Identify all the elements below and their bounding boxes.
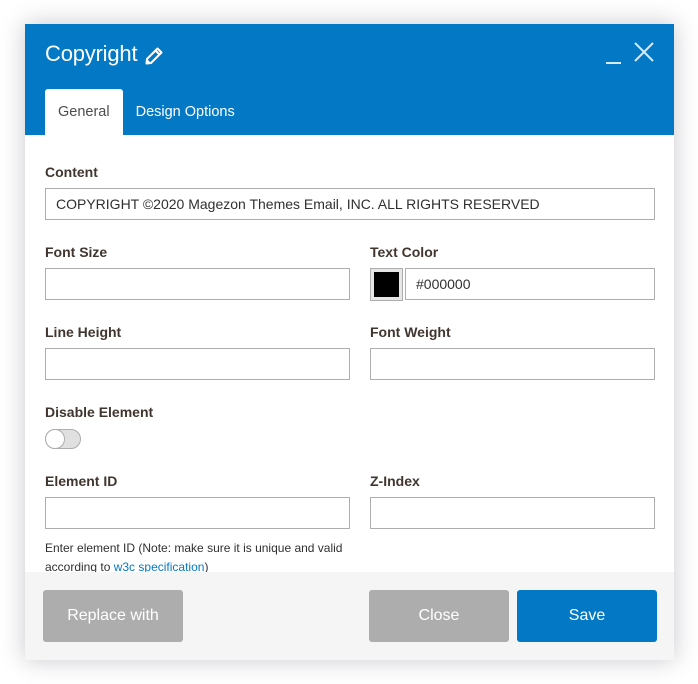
disable-element-toggle[interactable]: [45, 429, 81, 449]
tab-design-options[interactable]: Design Options: [123, 89, 248, 135]
close-button[interactable]: Close: [369, 590, 509, 642]
line-height-input[interactable]: [45, 348, 350, 380]
line-height-label: Line Height: [45, 324, 122, 340]
text-color-swatch-button[interactable]: [370, 268, 403, 301]
text-color-input[interactable]: #000000: [405, 268, 655, 300]
save-button[interactable]: Save: [517, 590, 657, 642]
element-id-label: Element ID: [45, 473, 118, 489]
close-icon[interactable]: [632, 40, 656, 64]
tab-general[interactable]: General: [45, 89, 123, 135]
font-weight-input[interactable]: [370, 348, 655, 380]
toggle-knob: [45, 429, 65, 449]
element-settings-modal: Copyright General Design Options Content…: [25, 24, 674, 660]
modal-body: Content COPYRIGHT ©2020 Magezon Themes E…: [45, 135, 655, 572]
modal-title-text: Copyright: [45, 41, 138, 66]
z-index-label: Z-Index: [370, 473, 420, 489]
content-input[interactable]: COPYRIGHT ©2020 Magezon Themes Email, IN…: [45, 188, 655, 220]
minimize-icon[interactable]: [603, 46, 623, 66]
text-color-label: Text Color: [370, 244, 439, 260]
modal-footer: Replace with Close Save: [25, 572, 674, 660]
disable-element-label: Disable Element: [45, 404, 154, 420]
font-weight-label: Font Weight: [370, 324, 451, 340]
modal-title: Copyright: [45, 39, 164, 69]
color-swatch: [374, 272, 399, 297]
replace-with-button[interactable]: Replace with: [43, 590, 183, 642]
w3c-specification-link[interactable]: w3c specification: [114, 560, 205, 572]
help-text-suffix: ): [204, 560, 209, 572]
content-label: Content: [45, 164, 98, 180]
tab-bar: General Design Options: [45, 89, 248, 135]
element-id-help-text: Enter element ID (Note: make sure it is …: [45, 539, 345, 572]
font-size-input[interactable]: [45, 268, 350, 300]
element-id-input[interactable]: [45, 497, 350, 529]
pencil-icon[interactable]: [144, 44, 164, 65]
z-index-input[interactable]: [370, 497, 655, 529]
font-size-label: Font Size: [45, 244, 108, 260]
modal-header: Copyright General Design Options: [25, 24, 674, 135]
